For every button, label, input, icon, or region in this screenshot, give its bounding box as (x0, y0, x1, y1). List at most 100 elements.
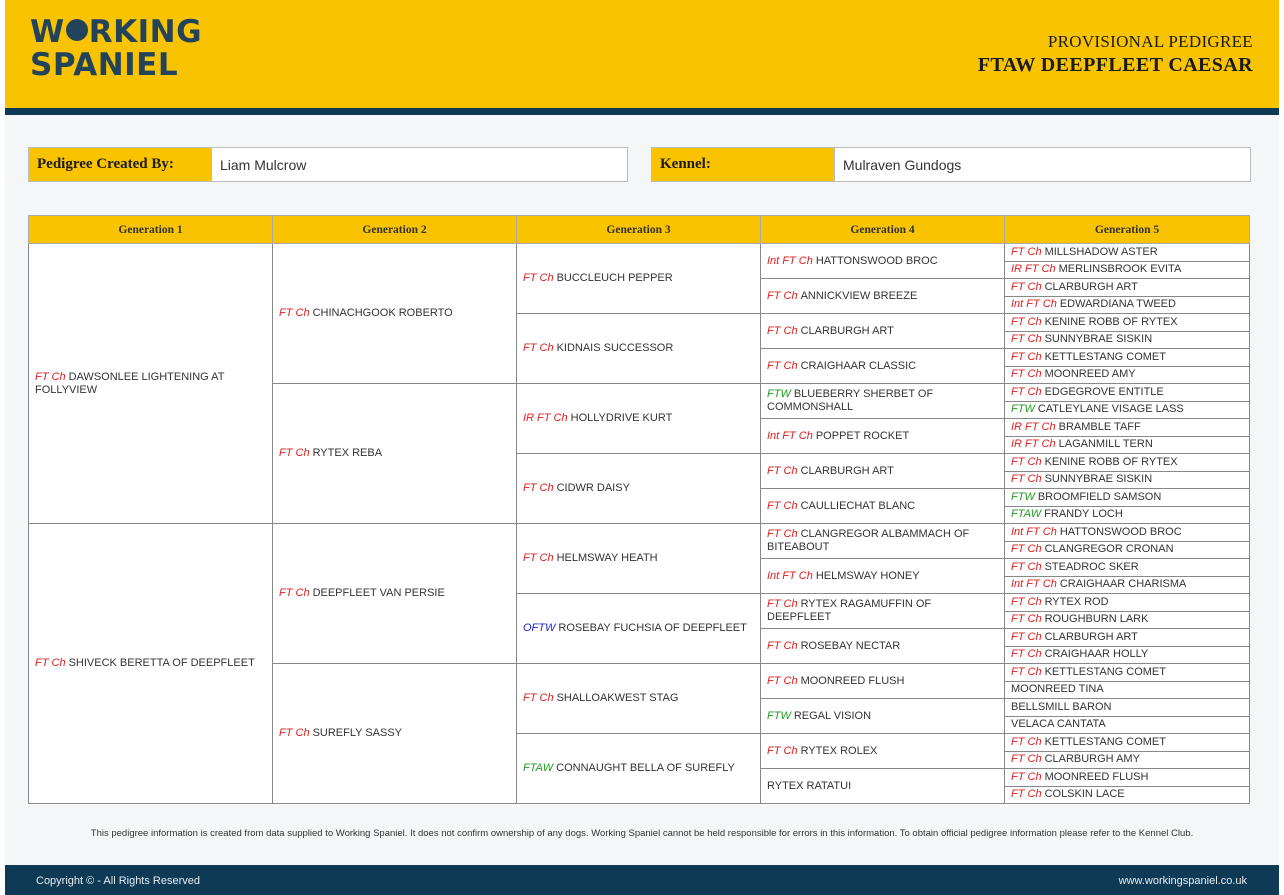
dog-name: CRAIGHAAR HOLLY (1044, 648, 1149, 661)
generation-5-dog: Int FT Ch EDWARDIANA TWEED (1004, 296, 1250, 314)
dog-name: RYTEX REBA (312, 447, 383, 459)
dog-title: FT Ch (1011, 595, 1042, 608)
dog-title: IR FT Ch (1011, 420, 1056, 433)
dog-name: KETTLESTANG COMET (1044, 665, 1166, 678)
dog-name: CLARBURGH ART (800, 464, 894, 477)
dog-name: SHALLOAKWEST STAG (556, 692, 679, 704)
dog-name: EDGEGROVE ENTITLE (1044, 385, 1164, 398)
generation-4-header: Generation 4 (760, 215, 1004, 244)
dog-name: KETTLESTANG COMET (1044, 350, 1166, 363)
dog-name: BUCCLEUCH PEPPER (556, 272, 673, 284)
generation-3-dog: IR FT Ch HOLLYDRIVE KURT (516, 384, 760, 454)
document-subtitle: PROVISIONAL PEDIGREE (1047, 32, 1253, 51)
header-divider (5, 108, 1279, 115)
generation-3-dog: OFTW ROSEBAY FUCHSIA OF DEEPFLEET (516, 594, 760, 664)
dog-name: ROUGHBURN LARK (1044, 613, 1149, 626)
dog-title: FT Ch (1011, 333, 1042, 346)
working-spaniel-logo[interactable]: W RKING SPANIEL (30, 16, 202, 82)
creator-info-box: Pedigree Created By: Liam Mulcrow (28, 147, 628, 182)
generation-4-dog: Int FT Ch HATTONSWOOD BROC (760, 244, 1004, 279)
dog-title: FT Ch (1011, 385, 1042, 398)
dog-title: FT Ch (1011, 350, 1042, 363)
dog-title: FT Ch (767, 324, 798, 337)
generation-5-dog: FT Ch COLSKIN LACE (1004, 786, 1250, 804)
dog-name: MOONREED FLUSH (800, 674, 905, 687)
dog-entry: RYTEX RATATUI (767, 780, 851, 793)
dog-title: FT Ch (1011, 788, 1042, 801)
dog-entry: FT Ch CHINACHGOOK ROBERTO (279, 307, 453, 320)
dog-title: FT Ch (767, 639, 798, 652)
generation-4-dog: RYTEX RATATUI (760, 769, 1004, 804)
dog-name: CHINACHGOOK ROBERTO (312, 307, 453, 319)
kennel-value: Mulraven Gundogs (843, 157, 962, 173)
generation-5-dog: FT Ch MOONREED AMY (1004, 366, 1250, 384)
generation-5-dog: FT Ch CLARBURGH AMY (1004, 751, 1250, 769)
dog-entry: FTAW CONNAUGHT BELLA OF SUREFLY (523, 762, 735, 775)
dog-name: CRAIGHAAR CLASSIC (800, 359, 917, 372)
dog-name: MOONREED AMY (1044, 368, 1136, 381)
dog-title: FT Ch (767, 289, 798, 302)
creator-label: Pedigree Created By: (29, 148, 212, 181)
generation-5-dog: FTW BROOMFIELD SAMSON (1004, 489, 1250, 507)
generation-4-dog: FT Ch CLANGREGOR ALBAMMACH OF BITEABOUT (760, 524, 1004, 559)
dog-name: STEADROC SKER (1044, 560, 1139, 573)
dog-entry: FT Ch KENINE ROBB OF RYTEX (1011, 456, 1178, 469)
dog-name: KETTLESTANG COMET (1044, 735, 1166, 748)
dog-title: Int FT Ch (1011, 578, 1057, 591)
generation-4-dog: FT Ch ANNICKVIEW BREEZE (760, 279, 1004, 314)
dog-entry: FT Ch CAULLIECHAT BLANC (767, 500, 915, 513)
generation-4-dog: FT Ch CLARBURGH ART (760, 314, 1004, 349)
dog-entry: Int FT Ch HATTONSWOOD BROC (767, 255, 938, 268)
dog-title: FT Ch (523, 692, 554, 704)
generation-4-dog: Int FT Ch POPPET ROCKET (760, 419, 1004, 454)
dog-title: Int FT Ch (767, 429, 813, 442)
dog-title: Int FT Ch (1011, 298, 1057, 311)
dog-name: DEEPFLEET VAN PERSIE (312, 587, 445, 599)
generation-3-dog: FT Ch KIDNAIS SUCCESSOR (516, 314, 760, 384)
generation-5-dog: FT Ch CRAIGHAAR HOLLY (1004, 646, 1250, 664)
generation-4-dog: FT Ch CRAIGHAAR CLASSIC (760, 349, 1004, 384)
dog-entry: FT Ch ANNICKVIEW BREEZE (767, 290, 917, 303)
generation-5-dog: FT Ch ROUGHBURN LARK (1004, 611, 1250, 629)
disclaimer-text: This pedigree information is created fro… (90, 828, 1194, 839)
generation-2-dog: FT Ch DEEPFLEET VAN PERSIE (272, 524, 516, 664)
generation-1-header: Generation 1 (28, 215, 272, 244)
dog-title: FT Ch (1011, 770, 1042, 783)
paw-globe-icon (65, 19, 88, 41)
dog-title: Int FT Ch (767, 569, 813, 582)
dog-entry: FT Ch MOONREED FLUSH (1011, 771, 1148, 784)
dog-name: KENINE ROBB OF RYTEX (1044, 315, 1178, 328)
website-link[interactable]: www.workingspaniel.co.uk (1119, 875, 1247, 887)
dog-entry: IR FT Ch BRAMBLE TAFF (1011, 421, 1141, 434)
dog-name: MOONREED FLUSH (1044, 770, 1149, 783)
dog-entry: Int FT Ch POPPET ROCKET (767, 430, 909, 443)
dog-entry: FT Ch CLARBURGH ART (767, 465, 894, 478)
dog-title: IR FT Ch (1011, 263, 1056, 276)
pedigree-page: W RKING SPANIEL PROVISIONAL PEDIGREE FTAW… (5, 0, 1279, 895)
dog-name: ANNICKVIEW BREEZE (800, 289, 918, 302)
dog-name: BELLSMILL BARON (1011, 700, 1112, 713)
logo-letter-w: W (30, 14, 65, 50)
dog-title: FT Ch (767, 598, 798, 610)
generation-5-dog: FT Ch MOONREED FLUSH (1004, 769, 1250, 787)
dog-name-title: FTAW DEEPFLEET CAESAR (977, 54, 1253, 76)
dog-title: Int FT Ch (767, 254, 813, 267)
generation-5-dog: MOONREED TINA (1004, 681, 1250, 699)
dog-entry: FT Ch CRAIGHAAR HOLLY (1011, 648, 1148, 661)
dog-entry: FT Ch MILLSHADOW ASTER (1011, 246, 1158, 259)
generation-5-dog: IR FT Ch LAGANMILL TERN (1004, 436, 1250, 454)
dog-title: FT Ch (767, 528, 798, 540)
dog-entry: OFTW ROSEBAY FUCHSIA OF DEEPFLEET (523, 622, 747, 635)
generation-5-dog: FTAW FRANDY LOCH (1004, 506, 1250, 524)
dog-entry: FT Ch SUNNYBRAE SISKIN (1011, 473, 1152, 486)
dog-entry: FT Ch RYTEX ROD (1011, 596, 1109, 609)
copyright-text: Copyright © - All Rights Reserved (36, 875, 201, 887)
dog-name: MOONREED TINA (1011, 683, 1104, 696)
dog-title: FT Ch (523, 552, 554, 564)
dog-name: HATTONSWOOD BROC (1059, 525, 1182, 538)
generation-4-dog: FT Ch ROSEBAY NECTAR (760, 629, 1004, 664)
generation-5-dog: Int FT Ch HATTONSWOOD BROC (1004, 524, 1250, 542)
dog-title: FT Ch (1011, 368, 1042, 381)
generation-4-dog: FT Ch MOONREED FLUSH (760, 664, 1004, 699)
dog-entry: VELACA CANTATA (1011, 718, 1106, 731)
